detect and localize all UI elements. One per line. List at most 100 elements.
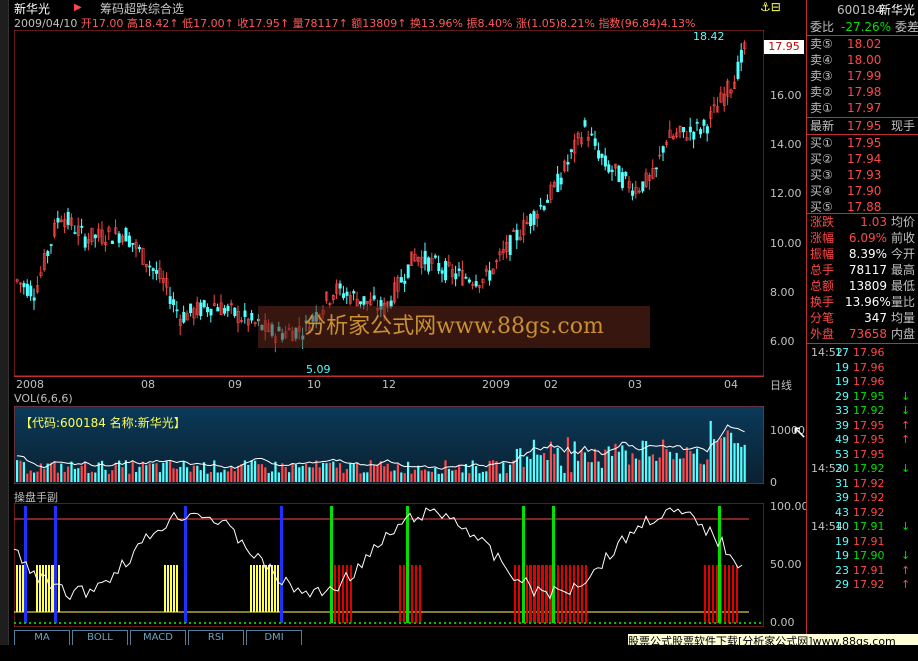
close-value: 17.95 (248, 17, 280, 30)
candle-body (73, 232, 77, 234)
signal-column (58, 565, 60, 612)
volume-bar (124, 460, 127, 482)
ratio-row: 委比 -27.26% 委差 (807, 19, 918, 35)
volume-bar (284, 467, 287, 482)
tick-price: 17.95 (853, 389, 885, 403)
volume-bar (308, 467, 311, 482)
volume-bar (566, 437, 569, 482)
volume-bar (468, 473, 471, 482)
volume-bar (675, 452, 678, 482)
tab-boll[interactable]: BOLL (72, 630, 128, 646)
tick-row: 39 17.92 (807, 491, 918, 505)
candle-body (151, 268, 155, 272)
volume-bar (155, 463, 158, 482)
volume-bar (131, 461, 134, 482)
tab-macd[interactable]: MACD (130, 630, 186, 646)
candle-body (603, 155, 607, 167)
volume-bar (536, 454, 539, 482)
volume-bar (553, 453, 556, 482)
signal-column (728, 565, 730, 623)
stat-label: 涨幅 (810, 231, 835, 245)
period-label[interactable]: 日线 (770, 377, 792, 393)
vol-panel-label: VOL(6,6,6) (14, 392, 73, 405)
volume-bar (672, 459, 675, 482)
volume-bar (247, 464, 250, 482)
buy-level-row: 买① 17.95 (807, 135, 918, 151)
tab-ma[interactable]: MA (14, 630, 70, 646)
volume-bar (175, 468, 178, 482)
volume-bar (359, 473, 362, 482)
tick-direction-icon: ↓ (901, 520, 911, 533)
candle-body (508, 235, 512, 255)
volume-bar (600, 467, 603, 482)
date-tick: 10 (307, 378, 321, 391)
volume-bar (36, 471, 39, 482)
candle-body (117, 233, 121, 243)
signal-column (265, 565, 267, 612)
sell-level-price: 17.99 (847, 69, 882, 83)
volume-bar (291, 462, 294, 482)
volume-bar (335, 467, 338, 482)
volume-bar (648, 456, 651, 482)
stat-row: 振幅 8.39% 今开 (807, 246, 918, 262)
candle-body (352, 291, 356, 294)
volume-bar (447, 468, 450, 482)
candle-body (590, 133, 594, 136)
candle-body (206, 307, 210, 313)
tick-price: 17.92 (853, 578, 885, 591)
tick-volume: 19 (835, 534, 849, 548)
signal-column (164, 565, 166, 612)
amp-value: 8.40% (477, 17, 513, 30)
volume-bar (658, 457, 661, 482)
volume-bar (148, 463, 151, 482)
tick-row: 31 17.92 (807, 477, 918, 491)
indicator-chart[interactable] (14, 503, 764, 627)
stat-row: 分笔 347 均量 (807, 310, 918, 326)
signal-column (577, 565, 579, 623)
volume-bar (532, 439, 535, 482)
signal-column (708, 565, 710, 623)
chg-label: 涨 (515, 17, 527, 30)
tick-price: 17.96 (853, 360, 885, 374)
anchor-icon[interactable]: ⚓⊟ (760, 0, 781, 14)
tick-price: 17.96 (853, 375, 885, 388)
high-label: 高 (126, 17, 138, 30)
candle-body (399, 277, 403, 283)
sell-level-label: 卖③ (810, 69, 833, 83)
candle-body (600, 153, 604, 158)
volume-bar (740, 446, 743, 482)
candle-body (699, 129, 703, 135)
tick-direction-icon: ↑ (901, 563, 911, 577)
buy-level-label: 买① (810, 136, 833, 150)
tick-volume: 29 (835, 578, 849, 591)
tick-price: 17.92 (853, 404, 885, 417)
tab-dmi[interactable]: DMI (246, 630, 302, 646)
volume-bar (570, 472, 573, 482)
signal-column (419, 565, 421, 623)
tab-rsi[interactable]: RSI (188, 630, 244, 646)
volume-bar (267, 472, 270, 482)
signal-column (736, 565, 738, 623)
volume-bar (478, 473, 481, 482)
volume-bar (390, 471, 393, 482)
buy-level-price: 17.95 (847, 136, 882, 150)
panel-name: 新华光 (879, 3, 916, 17)
volume-bar (509, 464, 512, 482)
last-price-row: 最新 17.95 现手 (807, 118, 918, 134)
volume-bar (651, 454, 654, 482)
candle-body (546, 199, 550, 203)
stat-row: 换手 13.96% 量比 (807, 294, 918, 310)
volume-bar (577, 460, 580, 482)
signal-column (19, 565, 21, 612)
tick-volume: 29 (835, 389, 849, 403)
signal-column (399, 565, 401, 623)
volume-bar (492, 460, 495, 482)
volume-bar (220, 472, 223, 482)
stat-label: 总手 (810, 263, 835, 277)
signal-column (573, 565, 575, 623)
signal-column (22, 565, 24, 612)
candle-body (338, 283, 342, 289)
tick-price: 17.91 (853, 563, 885, 577)
volume-bar (587, 461, 590, 482)
tick-volume: 17 (835, 346, 849, 359)
